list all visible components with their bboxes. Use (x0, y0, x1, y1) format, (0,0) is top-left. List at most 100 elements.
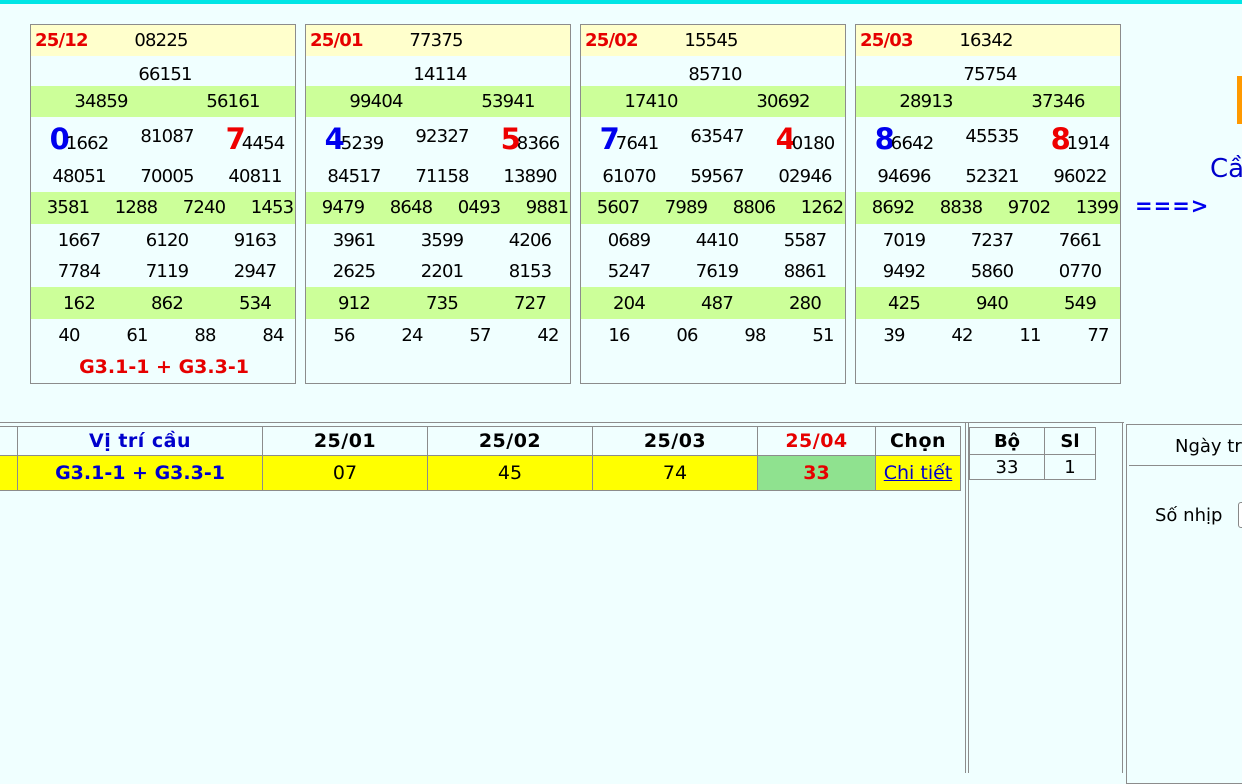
row-value-2: 45 (427, 455, 593, 491)
seventh-prize-value: 06 (676, 325, 698, 346)
row-chon-cell: Chi tiết (875, 455, 961, 491)
second-prize-value: 99404 (349, 91, 403, 112)
fifth-prize-row-b: 9492 5860 0770 (856, 256, 1120, 287)
top-accent-bar (0, 0, 1242, 4)
bo-value: 33 (969, 454, 1045, 480)
result-card: 25/12 08225 66151 34859 56161 01662 81087 74454… (30, 24, 296, 384)
special-prize: 15545 (684, 30, 738, 51)
fifth-prize-row-a: 7019 7237 7661 (856, 224, 1120, 256)
header-date-1: 25/01 (262, 426, 428, 456)
sixth-prize-value: 534 (239, 293, 272, 314)
seventh-prize-value: 77 (1087, 325, 1109, 346)
third-prize-value: 74454 (226, 122, 286, 156)
fifth-prize-value: 7784 (57, 261, 101, 282)
seventh-prize-value: 57 (469, 325, 491, 346)
seventh-prize-value: 61 (126, 325, 148, 346)
fifth-prize-value: 0689 (607, 230, 651, 251)
third-prize-b-value: 84517 (327, 166, 381, 187)
card-date: 25/01 (310, 30, 363, 51)
seventh-prize-value: 84 (262, 325, 284, 346)
fifth-prize-value: 9492 (882, 261, 926, 282)
fourth-prize-value: 3581 (46, 197, 90, 218)
chi-tiet-link[interactable]: Chi tiết (884, 462, 953, 484)
card-date: 25/12 (35, 30, 88, 51)
third-prize-b-value: 02946 (778, 166, 832, 187)
table-row: G3.1-1 + G3.3-1 07 45 74 33 Chi tiết (0, 455, 961, 491)
fourth-prize-value: 8806 (732, 197, 776, 218)
fourth-prize-value: 9881 (525, 197, 569, 218)
fifth-prize-row-b: 2625 2201 8153 (306, 256, 570, 287)
special-prize: 77375 (409, 30, 463, 51)
prize-digits: 7641 (615, 133, 659, 154)
right-panel (1126, 424, 1242, 784)
fourth-prize-value: 7240 (182, 197, 226, 218)
divider (0, 422, 1124, 423)
sixth-prize-value: 162 (63, 293, 96, 314)
fifth-prize-row-a: 0689 4410 5587 (581, 224, 845, 256)
fifth-prize-value: 2201 (420, 261, 464, 282)
fifth-prize-value: 7237 (970, 230, 1014, 251)
second-prize-row: 17410 30692 (581, 86, 845, 117)
result-card: 25/02 15545 85710 17410 30692 77641 63547 40180… (580, 24, 846, 384)
header-date-3: 25/03 (592, 426, 758, 456)
sixth-prize-value: 487 (701, 293, 734, 314)
fifth-prize-value: 2625 (332, 261, 376, 282)
header-date-2: 25/02 (427, 426, 593, 456)
fifth-prize-value: 6120 (145, 230, 189, 251)
third-prize-row: 45239 92327 58366 (306, 117, 570, 165)
sixth-prize-value: 912 (338, 293, 371, 314)
fifth-prize-value: 5860 (970, 261, 1014, 282)
second-prize-row: 28913 37346 (856, 86, 1120, 117)
prize-digits: 45535 (965, 126, 1019, 147)
sixth-prize-value: 735 (426, 293, 459, 314)
fifth-prize-value: 2947 (233, 261, 277, 282)
row-blank (0, 455, 18, 491)
sixth-prize-value: 425 (888, 293, 921, 314)
fifth-prize-row-a: 3961 3599 4206 (306, 224, 570, 256)
first-prize: 14114 (413, 64, 467, 85)
seventh-prize-row: 56 24 57 42 (306, 319, 570, 351)
third-prize-value: 01662 (50, 122, 110, 156)
special-prize: 16342 (959, 30, 1013, 51)
arrow-indicator: ===> (1135, 194, 1210, 218)
third-prize-b-value: 13890 (503, 166, 557, 187)
first-prize: 66151 (138, 64, 192, 85)
third-prize-row: 01662 81087 74454 (31, 117, 295, 165)
seventh-prize-value: 56 (333, 325, 355, 346)
prize-digits: 81087 (140, 126, 194, 147)
prize-digits: 92327 (415, 126, 469, 147)
third-prize-b-value: 96022 (1053, 166, 1107, 187)
cau-table: Vị trí cầu 25/01 25/02 25/03 25/04 Chọn … (0, 426, 961, 491)
sixth-prize-value: 204 (613, 293, 646, 314)
header-sl: Sl (1044, 427, 1096, 455)
second-prize-value: 17410 (624, 91, 678, 112)
fourth-prize-row: 8692 8838 9702 1399 (856, 192, 1120, 224)
seventh-prize-value: 16 (608, 325, 630, 346)
right-panel-separator (1129, 465, 1242, 466)
fifth-prize-value: 4206 (508, 230, 552, 251)
prize-digits: 0180 (791, 133, 835, 154)
seventh-prize-value: 42 (951, 325, 973, 346)
third-prize-b-value: 71158 (415, 166, 469, 187)
second-prize-value: 53941 (481, 91, 535, 112)
sixth-prize-row: 912 735 727 (306, 287, 570, 319)
seventh-prize-value: 39 (883, 325, 905, 346)
seventh-prize-row: 40 61 88 84 (31, 319, 295, 351)
seventh-prize-value: 51 (812, 325, 834, 346)
fourth-prize-value: 8692 (871, 197, 915, 218)
prize-digits: 1662 (65, 133, 109, 154)
third-prize-value: 45239 (325, 122, 385, 156)
so-nhip-input[interactable] (1238, 502, 1242, 528)
fourth-prize-row: 9479 8648 0493 9881 (306, 192, 570, 224)
fifth-prize-value: 1667 (57, 230, 101, 251)
header-chon: Chọn (875, 426, 961, 456)
fifth-prize-value: 4410 (695, 230, 739, 251)
fourth-prize-value: 1288 (114, 197, 158, 218)
fifth-prize-value: 9163 (233, 230, 277, 251)
row-value-1: 07 (262, 455, 428, 491)
special-prize-row: 25/02 15545 (581, 25, 845, 56)
fifth-prize-value: 7619 (695, 261, 739, 282)
second-prize-value: 34859 (74, 91, 128, 112)
result-card: 25/01 77375 14114 99404 53941 45239 92327 58366… (305, 24, 571, 384)
second-prize-value: 56161 (206, 91, 260, 112)
